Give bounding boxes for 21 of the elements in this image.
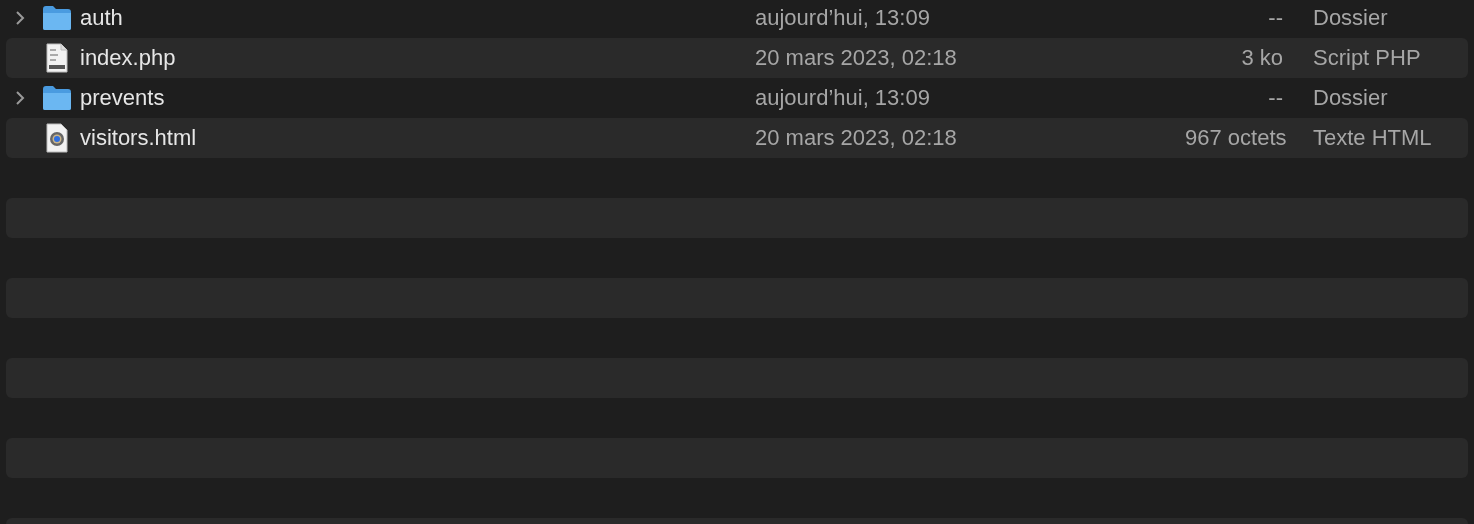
html-file-icon (45, 123, 69, 153)
file-name: index.php (80, 45, 176, 71)
file-type: Script PHP (1313, 45, 1421, 71)
folder-icon (42, 5, 72, 31)
file-type: Dossier (1313, 5, 1388, 31)
file-name: auth (80, 5, 123, 31)
modified-date: 20 mars 2023, 02:18 (755, 125, 958, 151)
disclosure-chevron-icon[interactable] (14, 10, 26, 26)
modified-date: aujourd’hui, 13:09 (755, 5, 931, 31)
file-size: -- (1267, 5, 1283, 31)
modified-date: aujourd’hui, 13:09 (755, 85, 931, 111)
file-type: Texte HTML (1313, 125, 1432, 151)
disclosure-chevron-icon[interactable] (14, 90, 26, 106)
file-size: -- (1267, 85, 1283, 111)
folder-icon (42, 85, 72, 111)
file-size: 3 ko (1240, 45, 1283, 71)
file-name: visitors.html (80, 125, 197, 151)
file-type: Dossier (1313, 85, 1388, 111)
modified-date: 20 mars 2023, 02:18 (755, 45, 958, 71)
file-name: prevents (80, 85, 165, 111)
php-file-icon (45, 43, 69, 73)
